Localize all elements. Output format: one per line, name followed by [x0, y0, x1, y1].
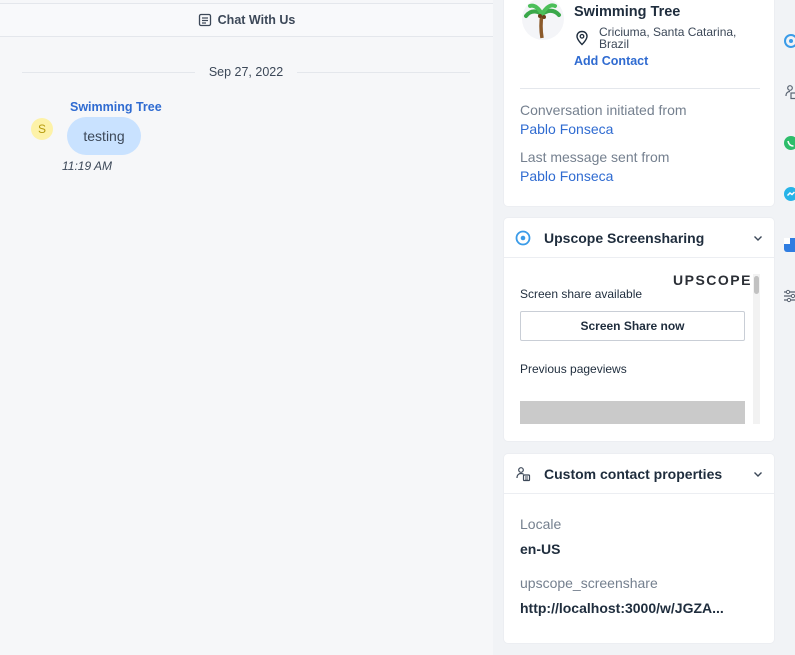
initiated-label: Conversation initiated from	[520, 102, 687, 118]
last-message-label: Last message sent from	[520, 149, 670, 165]
contact-props-icon	[516, 467, 531, 482]
custom-properties-title: Custom contact properties	[544, 466, 723, 482]
previous-pageviews-label: Previous pageviews	[520, 362, 627, 376]
property-label-upscope-screenshare: upscope_screenshare	[520, 575, 658, 591]
messenger-icon[interactable]	[783, 186, 795, 202]
message-bubble: testing	[67, 117, 141, 155]
initiated-value-link[interactable]: Pablo Fonseca	[520, 121, 613, 137]
date-separator: Sep 27, 2022	[22, 63, 470, 81]
contact-name: Swimming Tree	[574, 4, 681, 20]
location-pin-icon	[576, 30, 588, 46]
upscope-frame: UPSCOPE Screen share available Screen Sh…	[520, 266, 760, 424]
scrollbar-thumb[interactable]	[754, 276, 759, 294]
inbox-icon	[198, 13, 211, 27]
upscope-icon[interactable]	[783, 33, 795, 49]
upscope-logo: UPSCOPE	[673, 272, 752, 288]
whatsapp-icon[interactable]	[783, 135, 795, 151]
app-icon[interactable]	[783, 237, 795, 253]
contact-location: Criciuma, Santa Catarina, Brazil	[599, 26, 759, 50]
divider	[520, 88, 760, 89]
message-sender[interactable]: Swimming Tree	[70, 100, 162, 114]
screen-share-now-button[interactable]: Screen Share now	[520, 311, 745, 341]
chat-header-title: Chat With Us	[217, 13, 296, 27]
contact-sidebar: Swimming Tree Criciuma, Santa Catarina, …	[493, 0, 795, 655]
upscope-card-title: Upscope Screensharing	[544, 230, 705, 246]
chevron-down-icon[interactable]	[752, 468, 764, 480]
custom-properties-header[interactable]: Custom contact properties	[504, 454, 774, 494]
property-value-locale: en-US	[520, 541, 561, 557]
last-message-value-link[interactable]: Pablo Fonseca	[520, 168, 613, 184]
upscope-card: Upscope Screensharing UPSCOPE Screen sha…	[504, 218, 774, 441]
chat-pane: Chat With Us Sep 27, 2022 Swimming Tree …	[0, 0, 493, 655]
contact-card: Swimming Tree Criciuma, Santa Catarina, …	[504, 0, 774, 206]
scrollbar-track[interactable]	[753, 274, 760, 424]
message-time: 11:19 AM	[62, 159, 113, 173]
upscope-card-header[interactable]: Upscope Screensharing	[504, 218, 774, 258]
contact-props-icon[interactable]	[783, 84, 795, 100]
pageview-placeholder	[520, 401, 745, 424]
avatar[interactable]: S	[31, 118, 53, 140]
property-value-upscope-screenshare: http://localhost:3000/w/JGZA...	[520, 600, 724, 616]
screen-share-available-text: Screen share available	[520, 287, 643, 301]
chat-header: Chat With Us	[0, 3, 493, 37]
palm-tree-icon	[522, 0, 564, 40]
location-line-2: Brazil	[599, 37, 630, 51]
property-label-locale: Locale	[520, 516, 562, 532]
chevron-down-icon[interactable]	[752, 232, 764, 244]
add-contact-link[interactable]: Add Contact	[574, 54, 648, 68]
custom-properties-card: Custom contact properties Locale en-US u…	[504, 454, 774, 643]
upscope-icon	[515, 230, 531, 246]
settings-sliders-icon[interactable]	[783, 288, 795, 304]
date-separator-text: Sep 27, 2022	[208, 65, 284, 79]
